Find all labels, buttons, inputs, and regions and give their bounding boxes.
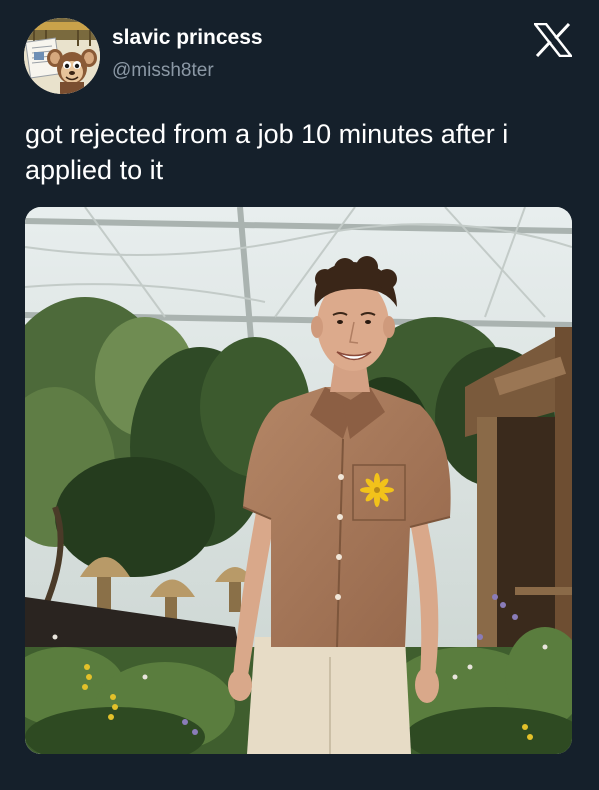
tweet-text: got rejected from a job 10 minutes after… xyxy=(25,119,509,185)
x-logo-icon[interactable] xyxy=(532,22,574,58)
tweet-card: slavic princess @missh8ter got rejected … xyxy=(0,0,599,790)
user-handle[interactable]: @missh8ter xyxy=(112,60,214,82)
cartoon-avatar-icon xyxy=(24,18,100,94)
tweet-photo[interactable] xyxy=(25,207,572,754)
display-name[interactable]: slavic princess xyxy=(112,26,263,50)
garden-photo-image xyxy=(25,207,572,754)
profile-avatar[interactable] xyxy=(24,18,100,94)
